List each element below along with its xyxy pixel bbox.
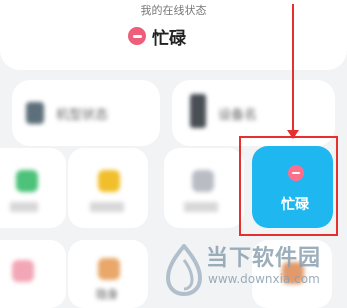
online-status-header: 我的在线状态 忙碌	[0, 0, 347, 70]
current-status-label: 忙碌	[152, 28, 186, 49]
status-icon	[16, 170, 38, 192]
annotation-highlight-box	[239, 136, 338, 236]
watermark-logo-icon	[165, 244, 203, 296]
option-label-device-name: 设备名	[218, 108, 258, 123]
watermark-text: 当下软件园	[206, 246, 322, 271]
busy-status-icon	[128, 27, 146, 45]
annotation-arrow-shaft	[292, 4, 294, 132]
status-icon	[12, 260, 34, 282]
status-icon	[192, 170, 214, 192]
status-icon	[98, 170, 120, 192]
option-card-model-status[interactable]: 机型状态	[12, 80, 160, 146]
device-icon	[190, 94, 206, 128]
current-status[interactable]: 忙碌	[128, 24, 186, 49]
status-option-label: 隐身	[96, 288, 118, 301]
status-icon	[98, 258, 120, 280]
status-option-2[interactable]	[68, 148, 148, 228]
phone-icon	[26, 102, 44, 124]
status-option-1[interactable]	[0, 148, 66, 228]
option-label-model-status: 机型状态	[56, 108, 109, 123]
status-option-label	[184, 202, 218, 212]
watermark: 当下软件园 www.downxia.com	[164, 238, 347, 304]
status-option-6[interactable]: 隐身	[68, 240, 148, 308]
status-section-title: 我的在线状态	[140, 4, 207, 17]
status-option-5[interactable]	[0, 240, 66, 308]
status-option-3[interactable]	[164, 148, 244, 228]
watermark-url: www.downxia.com	[208, 272, 320, 286]
status-option-label	[90, 202, 124, 212]
status-option-label	[10, 202, 38, 212]
